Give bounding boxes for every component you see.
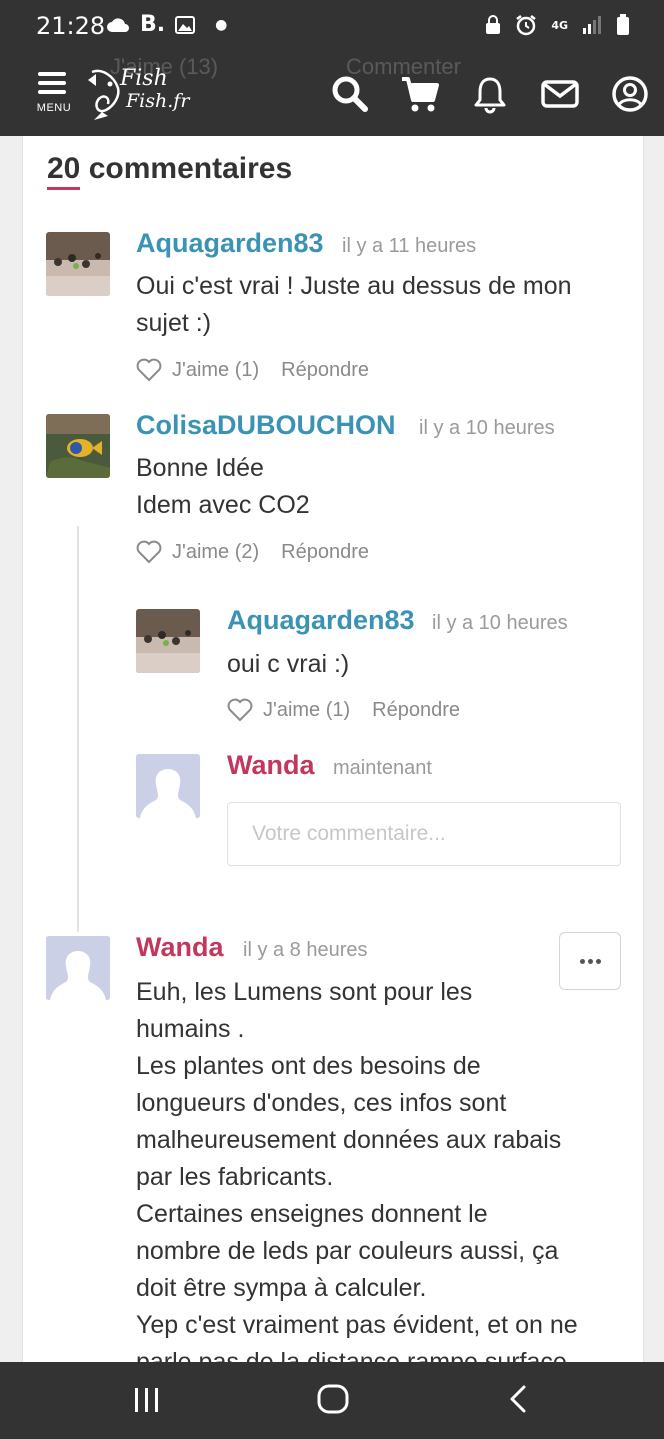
comments-section: 20 commentaires Aquagarden83 il y a 11 h…: [22, 136, 644, 1362]
bell-icon[interactable]: [470, 74, 510, 114]
fish-avatar-icon: [46, 414, 110, 478]
composer-author[interactable]: Wanda: [227, 750, 315, 781]
comments-count: 20: [47, 152, 81, 190]
logo-line-2: Fish.fr: [126, 90, 190, 112]
like-label: J'aime (1): [263, 698, 351, 721]
recent-apps-icon[interactable]: [132, 1382, 162, 1416]
like-button[interactable]: J'aime (1): [227, 698, 350, 722]
lock-icon: [486, 15, 501, 34]
comments-count-heading: 20 commentaires: [47, 152, 293, 190]
comment-actions: J'aime (2) Répondre: [136, 540, 369, 564]
like-label: J'aime (1): [172, 358, 260, 381]
reply-button[interactable]: Répondre: [372, 699, 460, 722]
signal-icon: [583, 16, 601, 34]
carrier-label: B.: [140, 12, 166, 37]
avatar[interactable]: [136, 609, 200, 673]
like-button[interactable]: J'aime (2): [136, 540, 259, 564]
comment-time: il y a 11 heures: [342, 235, 477, 257]
site-navbar: J'aime (13) Commenter MENU Fish Fish.fr: [0, 52, 664, 136]
reply-text: oui c vrai :): [227, 650, 350, 678]
thread-line: [77, 526, 79, 932]
alarm-icon: [516, 15, 537, 36]
mail-icon[interactable]: [540, 74, 580, 114]
comment-actions: J'aime (1) Répondre: [136, 358, 369, 382]
default-user-icon: [136, 754, 200, 818]
reply-button[interactable]: Répondre: [281, 359, 369, 382]
site-logo[interactable]: Fish Fish.fr: [84, 62, 204, 124]
comment-text: Oui c'est vrai ! Juste au dessus de mon …: [136, 272, 572, 337]
status-time: 21:28: [36, 12, 106, 40]
reply-author[interactable]: Aquagarden83: [227, 605, 415, 636]
status-bar: 21:28 B. ● 4G: [0, 0, 664, 52]
comment-input[interactable]: [227, 802, 621, 866]
menu-button[interactable]: MENU: [32, 70, 76, 120]
aquarium-avatar-icon: [136, 609, 200, 673]
logo-line-1: Fish: [120, 66, 168, 91]
gallery-icon: [175, 15, 196, 34]
home-icon[interactable]: [316, 1382, 350, 1416]
comments-count-label: commentaires: [88, 152, 293, 185]
like-label: J'aime (2): [172, 540, 260, 563]
comment-author[interactable]: ColisaDUBOUCHON: [136, 410, 396, 441]
ellipsis-icon: [579, 958, 585, 964]
battery-icon: [617, 14, 629, 35]
notification-dot-icon: ●: [215, 16, 228, 33]
menu-label: MENU: [36, 102, 72, 114]
back-icon[interactable]: [504, 1382, 532, 1416]
avatar[interactable]: [46, 232, 110, 296]
hamburger-icon: [38, 72, 66, 76]
reply-button[interactable]: Répondre: [281, 541, 369, 564]
reply-time: il y a 10 heures: [432, 612, 568, 634]
reply-actions: J'aime (1) Répondre: [227, 698, 460, 722]
like-button[interactable]: J'aime (1): [136, 358, 259, 382]
system-nav-bar: [0, 1362, 664, 1439]
cart-icon[interactable]: [400, 74, 440, 114]
composer-time: maintenant: [333, 757, 432, 779]
avatar[interactable]: [46, 936, 110, 1000]
aquarium-avatar-icon: [46, 232, 110, 296]
network-label: 4G: [551, 18, 568, 32]
comment-time: il y a 8 heures: [243, 939, 368, 961]
heart-icon: [227, 698, 253, 722]
default-user-icon: [46, 936, 110, 1000]
comment-author[interactable]: Wanda: [136, 932, 224, 963]
heart-icon: [136, 358, 162, 382]
avatar[interactable]: [46, 414, 110, 478]
avatar[interactable]: [136, 754, 200, 818]
comment-time: il y a 10 heures: [419, 417, 555, 439]
account-icon[interactable]: [610, 74, 650, 114]
cloud-icon: [107, 17, 129, 32]
comment-author[interactable]: Aquagarden83: [136, 228, 324, 259]
heart-icon: [136, 540, 162, 564]
comment-text: Euh, les Lumens sont pour les humains . …: [136, 978, 578, 1362]
comment-text: Bonne Idée Idem avec CO2: [136, 454, 310, 519]
search-icon[interactable]: [330, 74, 370, 114]
